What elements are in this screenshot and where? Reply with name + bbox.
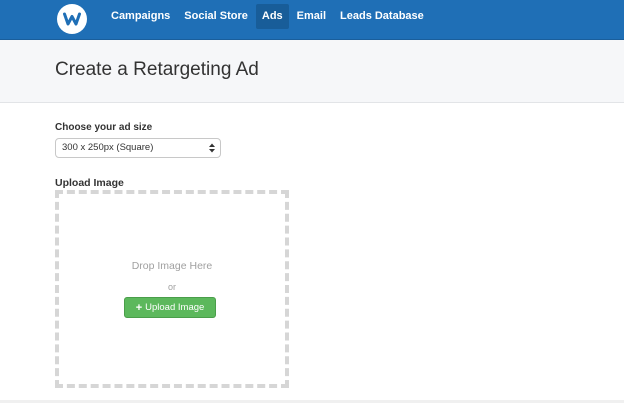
page-title: Create a Retargeting Ad bbox=[55, 59, 259, 80]
ad-size-selected-value: 300 x 250px (Square) bbox=[62, 142, 154, 153]
nav-item-campaigns[interactable]: Campaigns bbox=[105, 4, 176, 29]
plus-icon: + bbox=[135, 301, 143, 314]
upload-image-label: Upload Image bbox=[55, 177, 124, 189]
drop-image-text: Drop Image Here bbox=[131, 260, 213, 272]
upload-image-button[interactable]: + Upload Image bbox=[124, 297, 216, 318]
ad-size-label: Choose your ad size bbox=[55, 122, 153, 133]
nav-item-leads-database[interactable]: Leads Database bbox=[334, 4, 430, 29]
upload-button-label: Upload Image bbox=[145, 302, 205, 313]
ad-size-select[interactable]: 300 x 250px (Square) bbox=[55, 138, 221, 158]
main-nav: Campaigns Social Store Ads Email Leads D… bbox=[105, 4, 432, 29]
select-arrows-icon bbox=[209, 143, 215, 153]
nav-item-social-store[interactable]: Social Store bbox=[178, 4, 254, 29]
top-nav-bar: Campaigns Social Store Ads Email Leads D… bbox=[0, 0, 624, 40]
w-logo-icon[interactable] bbox=[57, 4, 87, 34]
nav-item-email[interactable]: Email bbox=[291, 4, 332, 29]
nav-item-ads[interactable]: Ads bbox=[255, 4, 289, 29]
or-text: or bbox=[167, 282, 176, 292]
image-drop-zone[interactable]: Drop Image Here or + Upload Image bbox=[55, 190, 289, 388]
